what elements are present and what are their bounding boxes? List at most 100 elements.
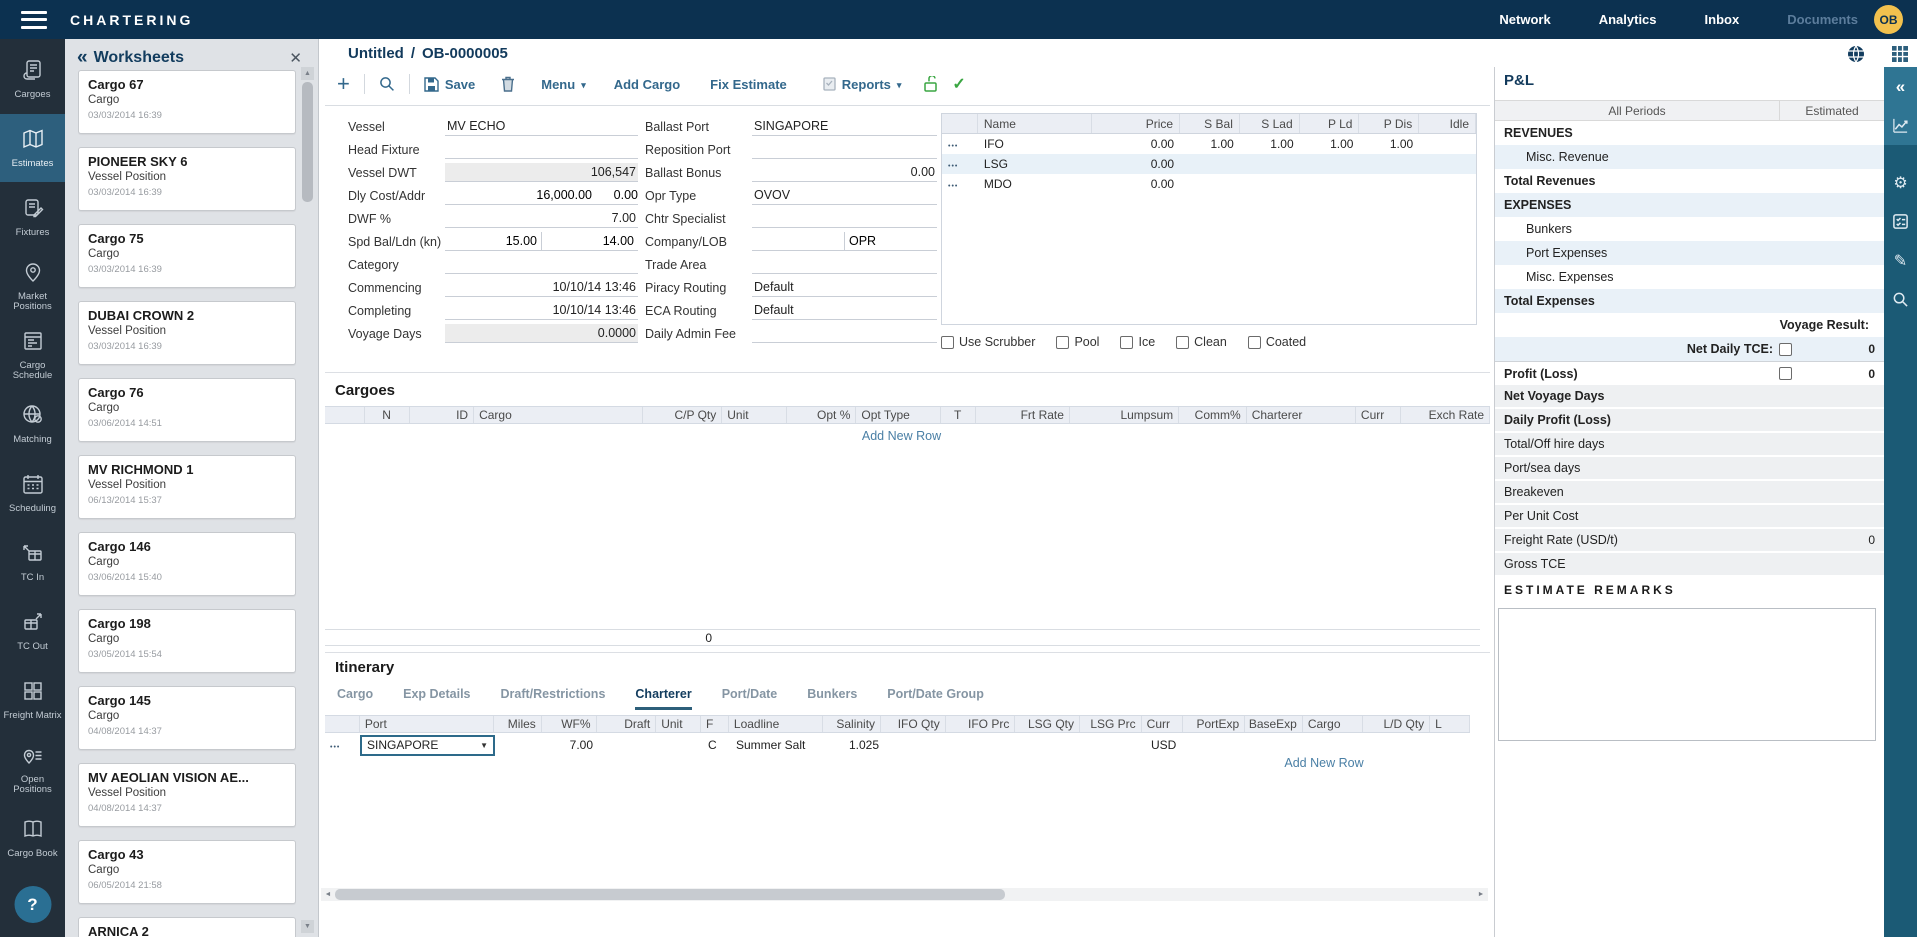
nav-analytics[interactable]: Analytics	[1599, 12, 1657, 27]
sidebar-item-matching[interactable]: Matching	[0, 390, 65, 458]
estimate-remarks-box[interactable]	[1498, 608, 1876, 741]
nav-network[interactable]: Network	[1499, 12, 1550, 27]
menu-button[interactable]: Menu▾	[541, 77, 585, 92]
grid-view-icon[interactable]	[1891, 45, 1909, 63]
field-piracy-routing[interactable]: Default	[752, 278, 937, 297]
tab-charterer[interactable]: Charterer	[635, 687, 691, 710]
checkbox-coated[interactable]	[1248, 336, 1261, 349]
row-handle-icon[interactable]: •••	[942, 157, 978, 171]
row-handle-icon[interactable]: •••	[325, 738, 360, 752]
collapse-pnl-icon[interactable]: «	[1884, 67, 1917, 106]
pnl-checkbox[interactable]	[1779, 343, 1792, 356]
sidebar-item-tc-out[interactable]: TC Out	[0, 597, 65, 665]
scroll-up-icon[interactable]: ▲	[301, 67, 314, 80]
checkbox-ice[interactable]	[1120, 336, 1133, 349]
tab-bunkers[interactable]: Bunkers	[807, 687, 857, 707]
hamburger-menu-icon[interactable]	[21, 11, 47, 29]
settings-gear-icon[interactable]: ⚙	[1884, 163, 1917, 202]
field-value-1[interactable]	[752, 232, 844, 251]
itinerary-cell-salinity[interactable]: 1.025	[826, 738, 884, 752]
itinerary-add-new-row[interactable]: Add New Row	[1264, 756, 1384, 770]
search-button[interactable]	[379, 76, 395, 92]
worksheet-card[interactable]: MV RICHMOND 1Vessel Position06/13/2014 1…	[78, 455, 296, 519]
bunker-value-cell[interactable]: 1.00	[1180, 137, 1240, 151]
row-handle-icon[interactable]: •••	[942, 177, 978, 191]
checkbox-clean[interactable]	[1176, 336, 1189, 349]
itinerary-cell-curr[interactable]: USD	[1146, 738, 1188, 752]
itinerary-cell-port[interactable]: SINGAPORE▼	[360, 735, 495, 756]
bunker-value-cell[interactable]: 1.00	[1300, 137, 1360, 151]
nav-inbox[interactable]: Inbox	[1705, 12, 1740, 27]
pnl-chart-icon[interactable]	[1884, 106, 1917, 145]
pnl-checkbox[interactable]	[1779, 367, 1792, 380]
worksheet-card[interactable]: DUBAI CROWN 2Vessel Position03/03/2014 1…	[78, 301, 296, 365]
bunker-value-cell[interactable]: 1.00	[1240, 137, 1300, 151]
field-vessel[interactable]: MV ECHO	[445, 117, 638, 136]
field-commencing[interactable]: 10/10/14 13:46	[445, 278, 638, 297]
port-select[interactable]: SINGAPORE▼	[360, 735, 495, 756]
help-button[interactable]: ?	[14, 886, 51, 923]
cargoes-add-new-row[interactable]: Add New Row	[319, 429, 1484, 443]
bunker-name-cell[interactable]: MDO	[978, 177, 1093, 191]
fix-estimate-button[interactable]: Fix Estimate	[710, 77, 787, 92]
scroll-right-icon[interactable]: ►	[1474, 888, 1488, 901]
bunker-value-cell[interactable]: 1.00	[1359, 137, 1419, 151]
validated-check-icon[interactable]: ✓	[952, 74, 965, 94]
tab-cargo[interactable]: Cargo	[337, 687, 373, 707]
sidebar-item-fixtures[interactable]: Fixtures	[0, 183, 65, 251]
sidebar-item-cargoes[interactable]: Cargoes	[0, 45, 65, 113]
globe-icon[interactable]	[1847, 45, 1865, 63]
field-dly-cost-addr[interactable]: 16,000.000.00	[445, 186, 638, 205]
sidebar-item-estimates[interactable]: Estimates	[0, 114, 65, 182]
itinerary-cell-loadline[interactable]: Summer Salt	[731, 738, 826, 752]
checkbox-use-scrubber[interactable]	[941, 336, 954, 349]
tab-draft-restrictions[interactable]: Draft/Restrictions	[501, 687, 606, 707]
worksheet-card[interactable]: Cargo 198Cargo03/05/2014 15:54	[78, 609, 296, 673]
bunker-value-cell[interactable]: 0.00	[1092, 157, 1180, 171]
user-avatar[interactable]: OB	[1874, 5, 1903, 34]
bunker-name-cell[interactable]: LSG	[978, 157, 1093, 171]
reports-button[interactable]: Reports▾	[823, 77, 902, 92]
sidebar-item-open-positions[interactable]: Open Positions	[0, 735, 65, 803]
field-opr-type[interactable]: OVOV	[752, 186, 937, 205]
add-cargo-button[interactable]: Add Cargo	[614, 77, 680, 92]
signature-pen-icon[interactable]: ✎	[1884, 241, 1917, 280]
sidebar-item-market-positions[interactable]: Market Positions	[0, 252, 65, 320]
collapse-panel-icon[interactable]: «	[77, 48, 88, 67]
hscroll-thumb[interactable]	[335, 889, 1005, 900]
tab-port-date-group[interactable]: Port/Date Group	[887, 687, 984, 707]
worksheet-card[interactable]: Cargo 67Cargo03/03/2014 16:39	[78, 70, 296, 134]
sidebar-item-scheduling[interactable]: Scheduling	[0, 459, 65, 527]
bunker-value-cell[interactable]: 0.00	[1092, 177, 1180, 191]
nav-documents[interactable]: Documents	[1787, 12, 1858, 27]
sidebar-item-tc-in[interactable]: TC In	[0, 528, 65, 596]
field-value-2[interactable]: OPR	[844, 232, 937, 251]
tab-exp-details[interactable]: Exp Details	[403, 687, 470, 707]
field-ballast-port[interactable]: SINGAPORE	[752, 117, 937, 136]
field-chtr-specialist[interactable]	[752, 209, 937, 228]
delete-button[interactable]	[501, 76, 515, 92]
bunker-name-cell[interactable]: IFO	[978, 137, 1093, 151]
field-trade-area[interactable]	[752, 255, 937, 274]
save-button[interactable]: Save	[424, 77, 475, 92]
worksheet-card[interactable]: MV AEOLIAN VISION AE...Vessel Position04…	[78, 763, 296, 827]
field-daily-admin-fee[interactable]	[752, 324, 937, 343]
unlocked-icon[interactable]	[923, 76, 938, 92]
checklist-icon[interactable]	[1884, 202, 1917, 241]
field-value-1[interactable]: 15.00	[445, 232, 541, 251]
worksheet-card[interactable]: ARNICA 2	[78, 917, 296, 937]
field-eca-routing[interactable]: Default	[752, 301, 937, 320]
scrollbar-thumb[interactable]	[302, 82, 313, 202]
worksheet-card[interactable]: Cargo 43Cargo06/05/2014 21:58	[78, 840, 296, 904]
field-ballast-bonus[interactable]: 0.00	[752, 163, 937, 182]
close-icon[interactable]: ✕	[283, 49, 308, 67]
itinerary-cell-f[interactable]: C	[703, 738, 731, 752]
tab-port-date[interactable]: Port/Date	[722, 687, 778, 707]
row-handle-icon[interactable]: •••	[942, 137, 978, 151]
field-head-fixture[interactable]	[445, 140, 638, 159]
pnl-period-header[interactable]: All Periods	[1495, 101, 1779, 120]
itinerary-cell-wf[interactable]: 7.00	[543, 738, 598, 752]
new-estimate-button[interactable]: +	[337, 73, 350, 95]
sidebar-item-freight-matrix[interactable]: Freight Matrix	[0, 666, 65, 734]
field-dwf[interactable]: 7.00	[445, 209, 638, 228]
